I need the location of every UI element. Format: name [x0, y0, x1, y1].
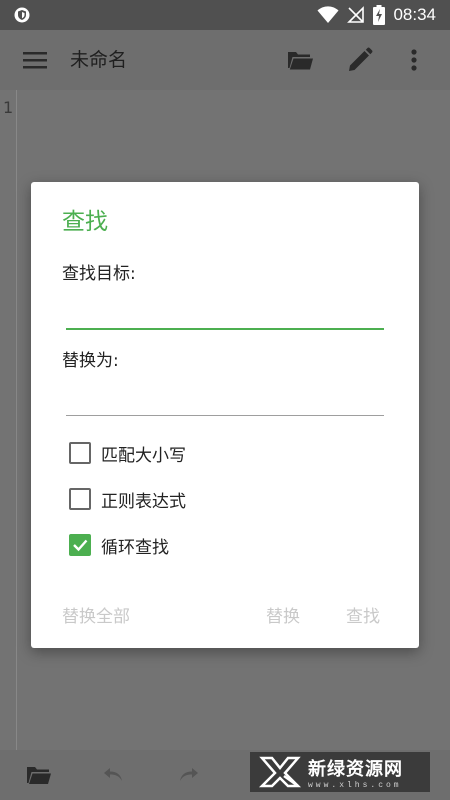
replace-input[interactable]: [66, 385, 384, 416]
wrap-search-label: 循环查找: [101, 537, 169, 558]
match-case-label: 匹配大小写: [101, 445, 186, 466]
folder-open-icon[interactable]: [286, 46, 314, 74]
undo-icon[interactable]: [101, 763, 127, 787]
battery-charging-icon: [373, 5, 386, 25]
screen: 08:34 未命名 1 新绿资源网 www.xlhs.com 查找 查找目标: …: [0, 0, 450, 800]
match-case-option[interactable]: 匹配大小写: [69, 440, 186, 466]
watermark-name: 新绿资源网: [308, 758, 403, 780]
watermark-url: www.xlhs.com: [308, 780, 402, 790]
find-input[interactable]: [66, 298, 384, 330]
wrap-search-option[interactable]: 循环查找: [69, 532, 169, 558]
pencil-icon[interactable]: [346, 46, 374, 74]
redo-icon[interactable]: [175, 763, 201, 787]
watermark-logo: [258, 756, 302, 788]
match-case-checkbox[interactable]: [69, 442, 91, 464]
replace-button[interactable]: 替换: [266, 602, 300, 627]
app-bar: 未命名: [0, 30, 450, 90]
replace-all-button[interactable]: 替换全部: [62, 602, 130, 627]
dialog-title: 查找: [62, 209, 108, 235]
no-signal-icon: [347, 6, 365, 23]
watermark-text: 新绿资源网 www.xlhs.com: [308, 755, 403, 790]
regex-checkbox[interactable]: [69, 488, 91, 510]
menu-icon[interactable]: [22, 48, 48, 72]
shield-icon: [14, 7, 30, 23]
line-number-gutter: 1: [0, 90, 17, 750]
document-title: 未命名: [70, 49, 128, 71]
watermark: 新绿资源网 www.xlhs.com: [250, 752, 430, 792]
status-bar: 08:34: [0, 0, 450, 30]
wrap-search-checkbox[interactable]: [69, 534, 91, 556]
find-label: 查找目标:: [62, 264, 136, 284]
status-icons: 08:34: [317, 0, 436, 30]
replace-label: 替换为:: [62, 351, 119, 371]
regex-label: 正则表达式: [101, 491, 186, 512]
regex-option[interactable]: 正则表达式: [69, 486, 186, 512]
more-vert-icon[interactable]: [406, 46, 422, 74]
find-dialog: 查找 查找目标: 替换为: 匹配大小写 正则表达式 循环查找 替换全部 替换 查…: [31, 182, 419, 648]
folder-icon[interactable]: [26, 763, 52, 787]
status-time: 08:34: [393, 5, 436, 24]
wifi-icon: [317, 6, 339, 23]
find-button[interactable]: 查找: [346, 602, 380, 627]
line-number: 1: [3, 98, 14, 117]
check-icon: [73, 539, 88, 552]
